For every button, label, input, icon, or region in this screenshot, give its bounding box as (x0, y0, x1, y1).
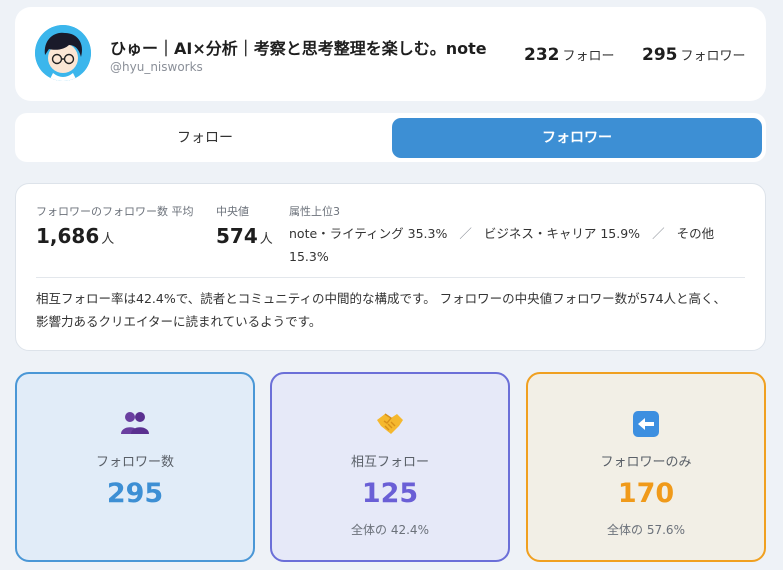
handshake-icon (272, 410, 508, 438)
median-value: 574 人 (216, 224, 273, 248)
attribute-item: note・ライティング 35.3% (289, 226, 448, 241)
summary-description: 相互フォロー率は42.4%で、読者とコミュニティの中間的な構成です。 フォロワー… (36, 291, 727, 329)
following-stat[interactable]: 232 フォロー (524, 45, 615, 65)
metric-label: 相互フォロー (350, 455, 429, 470)
people-icon (17, 410, 253, 438)
profile-name: ひゅー｜AI×分析｜考察と思考整理を楽しむ。note (110, 39, 487, 58)
median-unit: 人 (259, 232, 273, 247)
tab-followers[interactable]: フォロワー (392, 118, 762, 158)
metric-label: フォロワー数 (95, 455, 174, 470)
followers-stat[interactable]: 295 フォロワー (642, 45, 746, 65)
summary-card: フォロワーのフォロワー数 平均 1,686 人 中央値 574 人 属性上位3 no… (15, 183, 766, 351)
profile-handle: @hyu_nisworks (110, 60, 203, 74)
avg-number: 1,686 (36, 224, 100, 248)
attribute-separator: ／ (652, 226, 665, 241)
metric-label: フォロワーのみ (600, 455, 692, 470)
followers-label: フォロワー (680, 49, 746, 64)
attributes-list: note・ライティング 35.3% ／ビジネス・キャリア 15.9% ／その他 15… (289, 222, 734, 268)
avg-label: フォロワーのフォロワー数 平均 (36, 205, 194, 218)
metric-sub: 全体の 42.4% (351, 523, 429, 537)
profile-header: ひゅー｜AI×分析｜考察と思考整理を楽しむ。note @hyu_nisworks… (15, 7, 766, 101)
metric-card-followers-only: フォロワーのみ 170 全体の 57.6% (526, 372, 766, 562)
left-arrow-icon (528, 410, 764, 438)
avg-unit: 人 (101, 232, 115, 247)
median-number: 574 (216, 224, 258, 248)
divider (36, 277, 745, 278)
avg-value: 1,686 人 (36, 224, 114, 248)
attributes-label: 属性上位3 (289, 205, 340, 218)
metric-sub: 全体の 57.6% (607, 523, 685, 537)
following-count: 232 (524, 45, 560, 65)
following-label: フォロー (562, 49, 615, 64)
metric-value: 295 (106, 478, 164, 509)
attribute-item: ビジネス・キャリア 15.9% (483, 226, 641, 241)
followers-count: 295 (642, 45, 678, 65)
attribute-separator: ／ (459, 226, 472, 241)
tab-following[interactable]: フォロー (19, 118, 391, 158)
avatar[interactable] (35, 25, 91, 81)
metric-card-mutual: 相互フォロー 125 全体の 42.4% (270, 372, 510, 562)
metric-card-followers: フォロワー数 295 (15, 372, 255, 562)
metric-value: 125 (361, 478, 419, 509)
metric-value: 170 (617, 478, 675, 509)
tab-bar: フォロー フォロワー (15, 113, 766, 162)
median-label: 中央値 (216, 205, 249, 218)
